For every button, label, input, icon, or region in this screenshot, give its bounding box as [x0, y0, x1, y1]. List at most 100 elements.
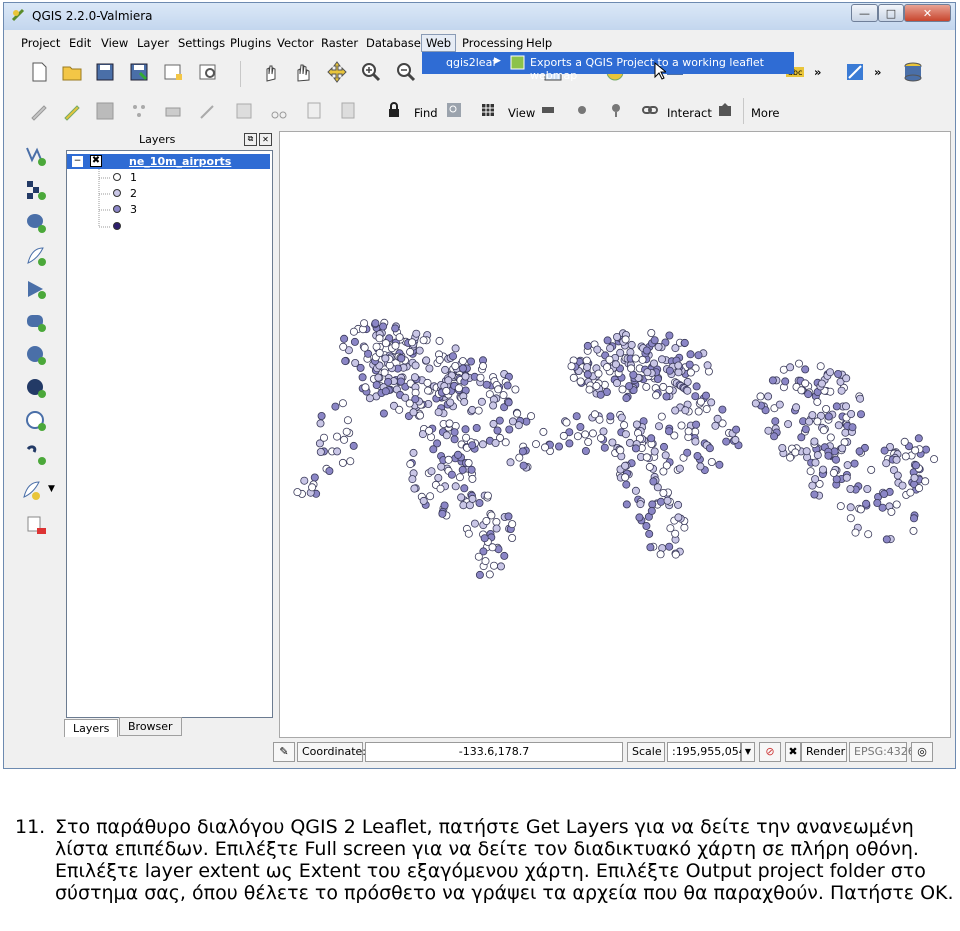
move-feature-icon[interactable]	[162, 100, 184, 122]
airport-point	[826, 368, 835, 377]
copy-features-icon[interactable]	[303, 100, 325, 122]
layer-name[interactable]: ne_10m_airports	[129, 155, 231, 168]
find-label[interactable]: Find	[414, 106, 438, 120]
toggle-editing-icon[interactable]	[28, 100, 50, 122]
menu-edit[interactable]: Edit	[65, 35, 95, 51]
menu-project[interactable]: Project	[17, 35, 64, 51]
link-icon[interactable]	[642, 102, 658, 118]
maximize-button[interactable]: □	[878, 4, 904, 22]
airport-point	[472, 423, 481, 432]
interact-label[interactable]: Interact	[667, 106, 712, 120]
add-postgis-layer-icon[interactable]	[25, 212, 47, 234]
lock-icon[interactable]	[386, 102, 402, 118]
layer-visibility-checkbox[interactable]: ✖	[90, 155, 102, 167]
table-icon[interactable]	[480, 102, 496, 118]
menu-view[interactable]: View	[97, 35, 132, 51]
view-label[interactable]: View	[508, 106, 535, 120]
window-title: QGIS 2.2.0-Valmiera	[32, 9, 153, 23]
airport-point	[592, 381, 601, 390]
menu-plugins[interactable]: Plugins	[226, 35, 275, 51]
tab-browser[interactable]: Browser	[119, 717, 182, 736]
pin-icon[interactable]	[608, 102, 624, 118]
add-oracle-layer-icon[interactable]	[25, 311, 47, 333]
float-panel-icon[interactable]: ⧉	[244, 133, 257, 146]
menu-vector[interactable]: Vector	[273, 35, 318, 51]
digitize-icon[interactable]	[844, 61, 866, 83]
minimize-button[interactable]: —	[851, 4, 878, 22]
crs-status[interactable]: EPSG:4326	[849, 742, 915, 762]
airport-point	[372, 380, 381, 389]
view-tool-icon[interactable]	[540, 102, 556, 118]
scale-combobox[interactable]: :195,955,054	[667, 742, 746, 762]
airport-point	[333, 447, 342, 456]
save-edits-icon[interactable]	[94, 100, 116, 122]
map-canvas[interactable]	[279, 131, 951, 738]
cut-features-icon[interactable]	[269, 100, 291, 122]
add-spatialite-layer-icon[interactable]	[25, 245, 47, 267]
airport-point	[804, 390, 813, 399]
db-manager-icon[interactable]	[902, 61, 924, 83]
crs-globe-icon[interactable]: ◎	[911, 742, 933, 762]
message-log-icon[interactable]: ✎	[273, 742, 295, 762]
add-feature-icon[interactable]	[128, 100, 150, 122]
zoom-in-icon[interactable]	[360, 61, 382, 83]
menu-layer[interactable]: Layer	[133, 35, 173, 51]
airport-point	[461, 372, 470, 381]
dropdown-arrow-icon[interactable]: ▼	[48, 484, 55, 494]
airport-point	[504, 512, 513, 521]
tab-layers[interactable]: Layers	[64, 719, 119, 737]
add-vector-layer-icon[interactable]	[25, 145, 47, 167]
add-wcs-layer-icon[interactable]	[25, 377, 47, 399]
touch-zoom-pan-icon[interactable]	[259, 61, 281, 83]
airport-point	[718, 405, 727, 414]
airport-point	[606, 412, 615, 421]
add-wfs-layer-icon[interactable]	[25, 410, 47, 432]
save-as-icon[interactable]	[128, 61, 150, 83]
menu-help[interactable]: Help	[522, 35, 556, 51]
airport-point	[590, 410, 599, 419]
find-search-icon[interactable]	[446, 102, 462, 118]
airport-point	[622, 394, 631, 403]
composer-manager-icon[interactable]	[197, 61, 219, 83]
delete-selected-icon[interactable]	[233, 100, 255, 122]
add-delimited-text-layer-icon[interactable]	[25, 444, 47, 466]
new-print-composer-icon[interactable]	[162, 61, 184, 83]
layer-row-selected[interactable]: − ✖ ne_10m_airports	[67, 154, 270, 169]
current-edits-icon[interactable]	[61, 100, 83, 122]
sun-icon[interactable]	[574, 102, 590, 118]
menu-raster[interactable]: Raster	[317, 35, 362, 51]
new-shapefile-layer-icon[interactable]	[21, 479, 43, 501]
scale-dropdown-icon[interactable]: ▼	[741, 742, 755, 762]
toolbar-overflow-icon[interactable]: »	[814, 65, 821, 79]
airport-point	[848, 423, 857, 432]
rotation-icon[interactable]: ⊘	[759, 742, 781, 762]
interact-tool-icon[interactable]	[717, 102, 733, 118]
collapse-icon[interactable]: −	[72, 156, 83, 167]
airport-point	[317, 411, 326, 420]
node-tool-icon[interactable]	[197, 100, 219, 122]
zoom-out-icon[interactable]	[395, 61, 417, 83]
menu-item-qgis2leaf[interactable]: qgis2leaf	[446, 56, 496, 69]
more-label[interactable]: More	[751, 106, 780, 120]
add-wms-layer-icon[interactable]	[25, 344, 47, 366]
save-project-icon[interactable]	[94, 61, 116, 83]
airport-point	[680, 523, 689, 532]
menu-database[interactable]: Database	[362, 35, 425, 51]
remove-layer-icon[interactable]	[25, 514, 47, 536]
airport-point	[659, 488, 668, 497]
add-raster-layer-icon[interactable]	[25, 179, 47, 201]
menu-processing[interactable]: Processing	[458, 35, 527, 51]
pan-map-icon[interactable]	[292, 61, 314, 83]
new-project-icon[interactable]	[28, 61, 50, 83]
add-mssql-layer-icon[interactable]	[25, 278, 47, 300]
pan-to-selection-icon[interactable]	[326, 61, 348, 83]
menu-web[interactable]: Web	[421, 34, 457, 52]
close-button[interactable]: ✕	[904, 4, 951, 22]
close-panel-icon[interactable]: ✕	[259, 133, 272, 146]
toolbar-overflow-icon[interactable]: »	[874, 65, 881, 79]
coordinate-input[interactable]: -133.6,178.7	[365, 742, 623, 762]
paste-features-icon[interactable]	[337, 100, 359, 122]
open-project-icon[interactable]	[61, 61, 83, 83]
render-checkbox-icon[interactable]: ✖	[785, 742, 801, 762]
menu-settings[interactable]: Settings	[174, 35, 229, 51]
